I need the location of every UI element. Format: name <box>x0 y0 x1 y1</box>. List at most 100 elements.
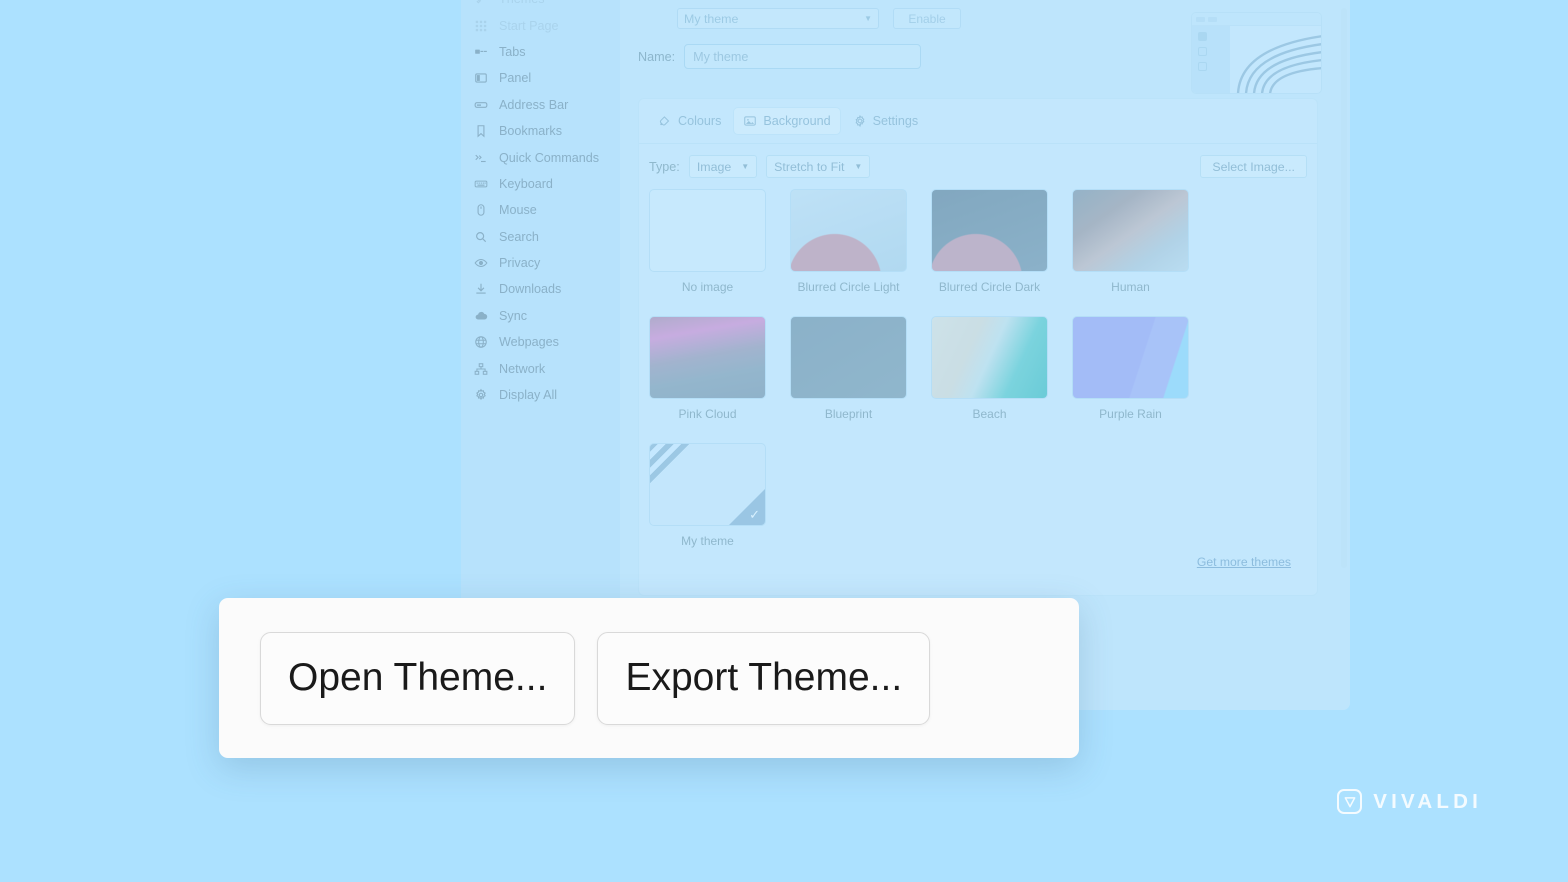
thumbnail-caption: Beach <box>972 407 1007 421</box>
type-select[interactable]: Image ▼ <box>688 155 758 178</box>
thumbnail-image: ✓ <box>649 443 766 526</box>
cloud-icon <box>473 308 488 323</box>
mouse-icon <box>473 203 488 218</box>
type-label: Type: <box>649 159 680 174</box>
background-thumbnail-grid: No image Blurred Circle Light Blurred Circ… <box>639 189 1317 548</box>
thumbnail-image <box>931 316 1048 399</box>
sidebar-item-label: Privacy <box>499 256 541 271</box>
background-thumbnail[interactable]: Human <box>1072 189 1189 294</box>
sidebar-item-label: Keyboard <box>499 176 553 191</box>
sidebar-item-webpages[interactable]: Webpages <box>461 329 620 355</box>
thumbnail-image <box>649 189 766 272</box>
tab-settings-label: Settings <box>872 114 919 128</box>
thumbnail-caption: Purple Rain <box>1099 407 1162 421</box>
vivaldi-wordmark: VIVALDI <box>1373 789 1482 813</box>
thumbnail-caption: Blueprint <box>824 407 873 421</box>
sidebar-item-downloads[interactable]: Downloads <box>461 276 620 302</box>
chevron-down-icon: ▼ <box>741 162 750 171</box>
preview-stripes-icon <box>1236 35 1321 93</box>
theme-action-button[interactable]: Enable <box>893 8 961 29</box>
background-thumbnail[interactable]: ✓ My theme <box>649 443 766 548</box>
tab-colours-label: Colours <box>678 114 722 128</box>
sidebar-item-label: Downloads <box>499 282 562 297</box>
thumbnail-image <box>649 316 766 399</box>
export-theme-button[interactable]: Export Theme... <box>597 631 931 725</box>
theme-editor-tabs: Colours Background Settings <box>639 99 1317 134</box>
fit-select[interactable]: Stretch to Fit ▼ <box>766 155 871 178</box>
sidebar-item-label: Tabs <box>499 44 526 59</box>
theme-topbar: My theme ▼ Enable Name: My theme <box>620 0 1350 94</box>
theme-name-value: My theme <box>693 49 749 64</box>
thumbnail-image <box>790 316 907 399</box>
open-theme-button[interactable]: Open Theme... <box>260 631 576 725</box>
get-more-themes-link[interactable]: Get more themes <box>1197 555 1291 569</box>
sidebar-item-label: Mouse <box>499 203 537 218</box>
sidebar-item-privacy[interactable]: Privacy <box>461 250 620 276</box>
type-select-value: Image <box>696 159 732 174</box>
tabs-icon <box>473 44 488 59</box>
bookmark-icon <box>473 124 488 139</box>
background-toolbar: Type: Image ▼ Stretch to Fit ▼ Select Im… <box>639 144 1317 189</box>
image-icon <box>744 116 757 126</box>
background-thumbnail[interactable]: Blurred Circle Light <box>790 189 907 294</box>
sidebar-item-label: Address Bar <box>499 97 569 112</box>
theme-name-row: Name: My theme <box>638 44 922 69</box>
sidebar-item-quick-commands[interactable]: Quick Commands <box>461 144 620 170</box>
fit-select-value: Stretch to Fit <box>774 159 845 174</box>
background-thumbnail[interactable]: Blueprint <box>790 316 907 421</box>
sidebar-item-label: Bookmarks <box>499 124 562 139</box>
network-icon <box>473 361 488 376</box>
check-icon: ✓ <box>749 507 760 522</box>
grid-icon <box>473 18 488 33</box>
thumbnail-image <box>1072 189 1189 272</box>
background-thumbnail[interactable]: No image <box>649 189 766 294</box>
sidebar-item-label: Panel <box>499 71 532 86</box>
keyboard-icon <box>473 176 488 191</box>
select-image-button[interactable]: Select Image... <box>1200 155 1307 178</box>
sidebar-item-display-all[interactable]: Display All <box>461 382 620 408</box>
tab-colours[interactable]: Colours <box>649 108 730 134</box>
tab-settings[interactable]: Settings <box>844 108 928 134</box>
gear-icon <box>473 388 488 403</box>
thumbnail-image <box>790 189 907 272</box>
address-bar-icon <box>473 97 488 112</box>
background-thumbnail[interactable]: Blurred Circle Dark <box>931 189 1048 294</box>
sidebar-item-panel[interactable]: Panel <box>461 65 620 91</box>
brush-icon <box>473 0 488 7</box>
sidebar-item-label: Sync <box>499 308 527 323</box>
search-icon <box>473 229 488 244</box>
sidebar-item-themes[interactable]: Themes <box>461 0 620 12</box>
sidebar-item-start-page[interactable]: Start Page <box>461 12 620 38</box>
thumbnail-image <box>1072 316 1189 399</box>
vertical-scrollbar[interactable] <box>1341 8 1347 568</box>
thumbnail-caption: Blurred Circle Dark <box>938 280 1041 294</box>
panel-icon <box>473 71 488 86</box>
sidebar-item-label: Display All <box>499 388 558 403</box>
gear-icon <box>855 114 865 128</box>
theme-name-input[interactable]: My theme <box>684 44 922 69</box>
tab-background-label: Background <box>763 114 831 128</box>
vivaldi-logo: VIVALDI <box>1337 789 1482 814</box>
thumbnail-image <box>931 189 1048 272</box>
preview-titlebar <box>1192 13 1321 26</box>
tab-background[interactable]: Background <box>734 108 840 134</box>
sidebar-item-search[interactable]: Search <box>461 224 620 250</box>
theme-import-export-card: Open Theme... Export Theme... <box>219 598 1079 758</box>
preview-tab-dots <box>1192 13 1321 22</box>
sidebar-item-network[interactable]: Network <box>461 355 620 381</box>
sidebar-item-label: Network <box>499 361 546 376</box>
sidebar-item-sync[interactable]: Sync <box>461 303 620 329</box>
download-icon <box>473 282 488 297</box>
sidebar-item-address-bar[interactable]: Address Bar <box>461 92 620 118</box>
terminal-icon <box>473 150 488 165</box>
background-thumbnail[interactable]: Beach <box>931 316 1048 421</box>
sidebar-item-bookmarks[interactable]: Bookmarks <box>461 118 620 144</box>
preview-body <box>1192 26 1321 93</box>
background-thumbnail[interactable]: Pink Cloud <box>649 316 766 421</box>
paint-bucket-icon <box>659 116 670 126</box>
sidebar-item-mouse[interactable]: Mouse <box>461 197 620 223</box>
background-thumbnail[interactable]: Purple Rain <box>1072 316 1189 421</box>
sidebar-item-keyboard[interactable]: Keyboard <box>461 171 620 197</box>
sidebar-item-tabs[interactable]: Tabs <box>461 39 620 65</box>
theme-select[interactable]: My theme ▼ <box>677 8 879 29</box>
